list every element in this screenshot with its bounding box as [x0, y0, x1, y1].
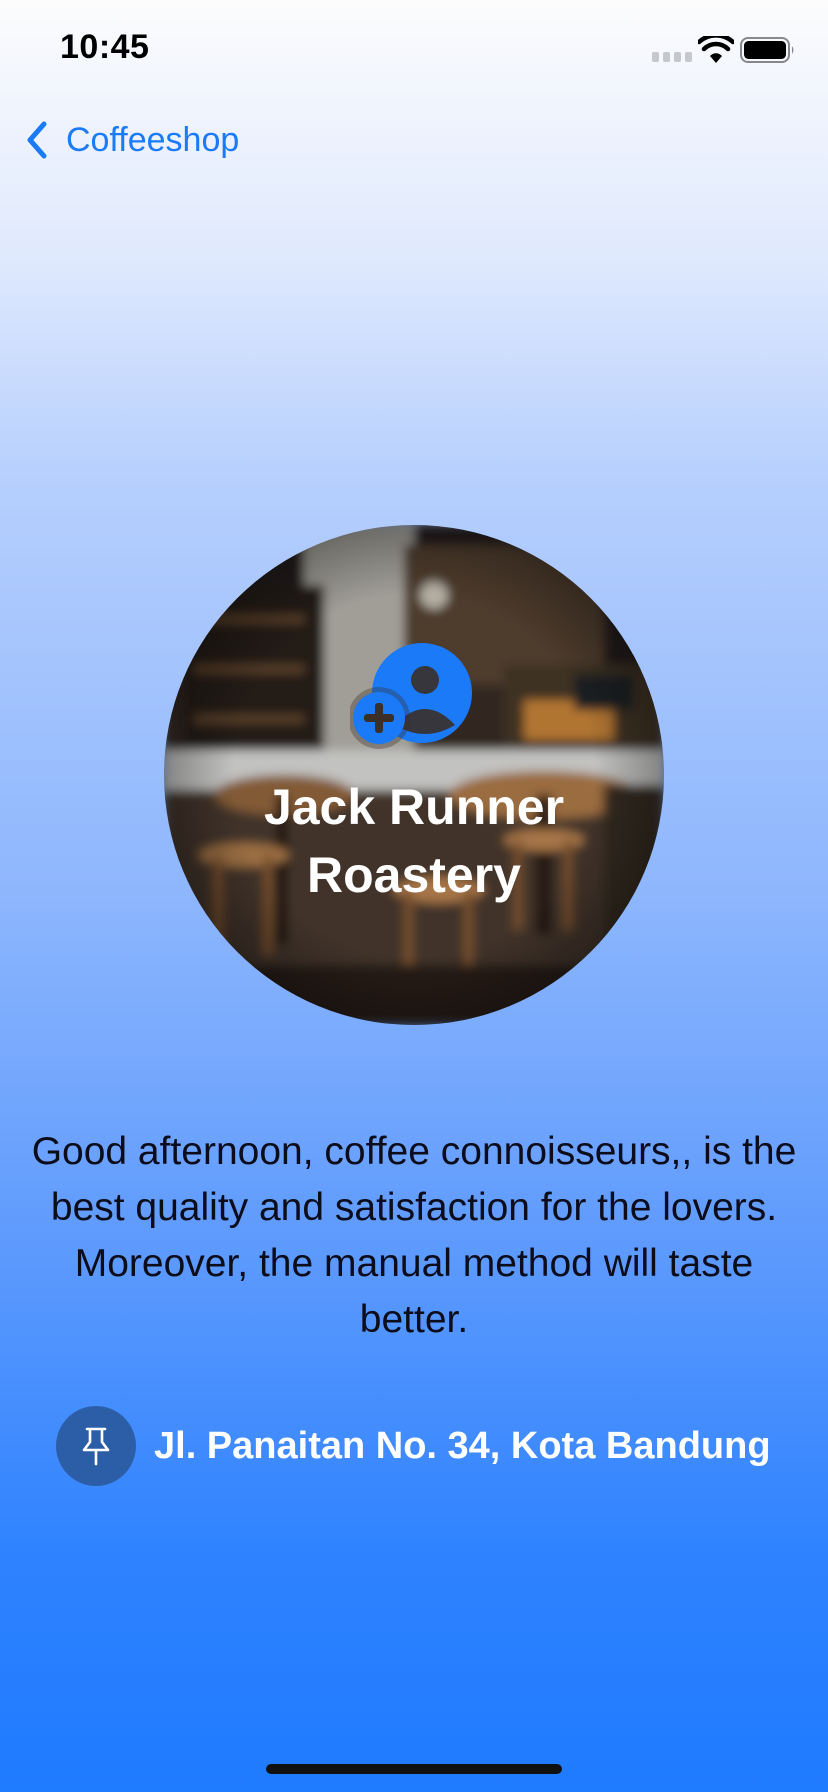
status-bar: 10:45 — [0, 0, 828, 100]
pin-button[interactable] — [56, 1406, 136, 1486]
cellular-signal-icon — [652, 52, 692, 62]
battery-icon — [740, 37, 794, 63]
pin-icon — [82, 1427, 110, 1466]
shop-address: Jl. Panaitan No. 34, Kota Bandung — [154, 1424, 771, 1467]
shop-description: Good afternoon, coffee connoisseurs,, is… — [31, 1130, 797, 1341]
shop-name: Jack Runner Roastery — [263, 779, 565, 903]
chevron-left-icon — [27, 121, 47, 159]
back-button-label: Coffeeshop — [66, 120, 240, 159]
back-button[interactable]: Coffeeshop — [22, 116, 239, 164]
add-person-icon — [350, 643, 472, 749]
wifi-icon — [698, 36, 734, 63]
home-indicator — [266, 1764, 562, 1774]
shop-hero-image: Jack Runner Roastery — [164, 525, 664, 1025]
status-time: 10:45 — [60, 28, 150, 66]
address-row[interactable]: Jl. Panaitan No. 34, Kota Bandung — [56, 1406, 771, 1486]
